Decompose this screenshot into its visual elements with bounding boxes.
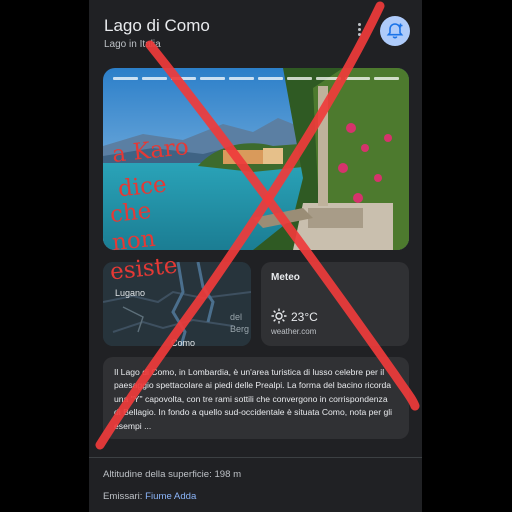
map-label-del: del xyxy=(230,312,243,322)
weather-title: Meteo xyxy=(271,272,300,283)
weather-card[interactable]: Meteo 23°C weather.com xyxy=(261,262,409,346)
fact-outflow-label: Emissari: xyxy=(103,491,143,502)
divider xyxy=(89,457,422,458)
annotation-line-2: dice xyxy=(116,171,168,203)
map-label-berg: Berg xyxy=(230,324,250,334)
weather-source: weather.com xyxy=(271,327,317,336)
sun-icon xyxy=(271,308,287,324)
annotation-line-4: non xyxy=(110,225,157,257)
panel-subtitle: Lago in Italia xyxy=(104,39,161,50)
notification-bell-button[interactable] xyxy=(380,16,410,46)
weather-temperature: 23°C xyxy=(291,310,318,324)
fact-altitude-value: 198 m xyxy=(214,469,242,480)
fact-outflow: Emissari: Fiume Adda xyxy=(103,491,196,502)
annotation-line-3: che xyxy=(108,197,153,229)
bell-plus-icon xyxy=(386,23,404,39)
story-progress xyxy=(113,77,399,80)
annotation-line-5: esiste xyxy=(108,252,179,286)
fact-outflow-link[interactable]: Fiume Adda xyxy=(145,491,196,502)
description-card[interactable]: Il Lago di Como, in Lombardia, è un'area… xyxy=(103,357,409,439)
map-label-como: Como xyxy=(171,338,196,346)
fact-altitude: Altitudine della superficie: 198 m xyxy=(103,469,241,480)
description-text: Il Lago di Como, in Lombardia, è un'area… xyxy=(114,367,393,431)
panel-title: Lago di Como xyxy=(104,16,210,35)
fact-altitude-label: Altitudine della superficie: xyxy=(103,469,212,480)
map-label-lugano: Lugano xyxy=(115,288,146,298)
more-options-icon[interactable] xyxy=(355,22,363,40)
